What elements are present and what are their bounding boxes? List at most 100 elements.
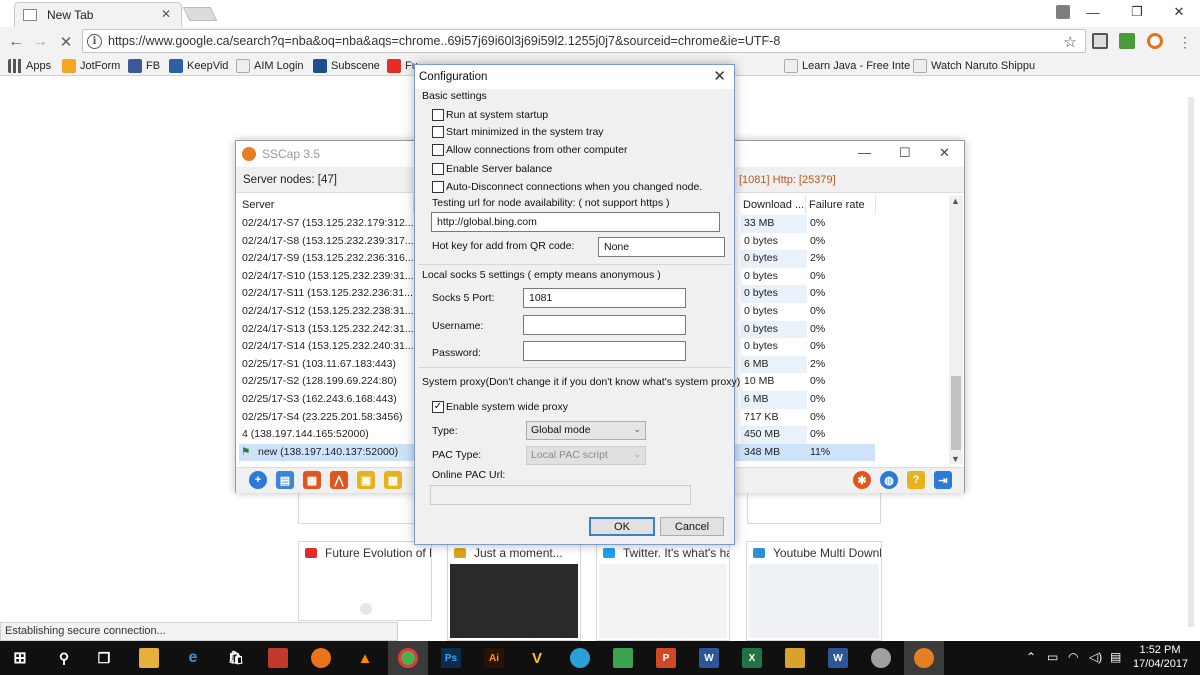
edge-icon[interactable]: e [183, 648, 203, 668]
firefox-icon[interactable] [311, 648, 331, 668]
excel-icon[interactable]: X [742, 648, 762, 668]
maximize-button[interactable]: ☐ [899, 145, 911, 161]
auto-disconnect-checkbox[interactable]: Auto-Disconnect connections when you cha… [432, 181, 702, 193]
minimize-button[interactable]: — [858, 145, 871, 160]
vlc-icon[interactable]: ▲ [355, 648, 375, 668]
ok-button[interactable]: OK [589, 517, 655, 536]
scroll-up-icon[interactable]: ▲ [951, 196, 960, 206]
scrollbar-thumb[interactable] [951, 376, 961, 450]
extension-icon[interactable] [1119, 33, 1135, 49]
notifications-icon[interactable]: ▤ [1110, 650, 1121, 664]
new-tab-button[interactable] [182, 7, 218, 21]
table-scrollbar[interactable]: ▲ ▼ [949, 196, 963, 464]
most-visited-tile[interactable]: Twitter. It's what's hap [596, 541, 730, 641]
column-header-failure-rate[interactable]: Failure rate [806, 196, 876, 214]
bookmark-star-icon[interactable]: ☆ [1064, 33, 1077, 51]
close-tab-icon[interactable]: ✕ [161, 7, 171, 21]
online-pac-input[interactable] [430, 485, 691, 505]
sscap-icon[interactable] [914, 648, 934, 668]
wifi-icon[interactable]: ◠ [1068, 650, 1078, 664]
hotkey-input[interactable]: None [598, 237, 725, 257]
scroll-down-icon[interactable]: ▼ [951, 454, 960, 464]
column-header-server[interactable]: Server [239, 196, 414, 214]
allow-connections-checkbox[interactable]: Allow connections from other computer [432, 144, 628, 156]
socks-port-input[interactable]: 1081 [523, 288, 686, 308]
checkbox-box[interactable]: ✓ [432, 401, 444, 413]
scan-icon[interactable]: ▩ [384, 471, 402, 489]
close-window-button[interactable]: ✕ [939, 145, 950, 161]
app-icon[interactable] [785, 648, 805, 668]
stop-loading-icon[interactable]: ✕ [55, 31, 77, 53]
bookmark-subscene[interactable]: Subscene [313, 58, 380, 74]
app-icon[interactable] [268, 648, 288, 668]
globe-icon[interactable]: ◍ [880, 471, 898, 489]
url-text[interactable]: https://www.google.ca/search?q=nba&oq=nb… [108, 34, 780, 48]
share-icon[interactable]: ⋀ [330, 471, 348, 489]
close-icon[interactable]: ✕ [713, 67, 726, 85]
word-icon[interactable]: W [699, 648, 719, 668]
restore-button[interactable]: ❐ [1114, 0, 1160, 24]
app-icon[interactable] [613, 648, 633, 668]
store-icon[interactable]: 🛍 [226, 648, 246, 668]
column-header-download[interactable]: Download ... [740, 196, 806, 214]
password-input[interactable] [523, 341, 686, 361]
most-visited-tile[interactable] [298, 492, 432, 524]
run-at-startup-checkbox[interactable]: Run at system startup [432, 109, 548, 121]
enable-system-proxy-checkbox[interactable]: ✓ Enable system wide proxy [432, 401, 568, 413]
pac-type-dropdown[interactable]: Local PAC script ⌄ [526, 446, 646, 465]
testing-url-input[interactable]: http://global.bing.com [431, 212, 720, 232]
most-visited-tile[interactable] [747, 492, 881, 524]
scrollbar-thumb[interactable] [1188, 97, 1194, 627]
enable-server-balance-checkbox[interactable]: Enable Server balance [432, 163, 552, 175]
bookmark-learn-java[interactable]: Learn Java - Free Inte [784, 58, 910, 74]
search-icon[interactable]: ⚲ [54, 648, 74, 668]
sync-icon[interactable] [570, 648, 590, 668]
bookmark-aim-login[interactable]: AIM Login [236, 58, 304, 74]
username-input[interactable] [523, 315, 686, 335]
checkbox-box[interactable] [432, 126, 444, 138]
app-icon[interactable] [871, 648, 891, 668]
bookmark-apps[interactable]: Apps [8, 58, 51, 74]
checkbox-box[interactable] [432, 163, 444, 175]
edit-server-icon[interactable]: ▤ [276, 471, 294, 489]
bookmark-jotform[interactable]: JotForm [62, 58, 120, 74]
checkbox-box[interactable] [432, 109, 444, 121]
checkbox-box[interactable] [432, 181, 444, 193]
most-visited-tile[interactable]: Youtube Multi Downlo [746, 541, 882, 641]
network-icon[interactable]: ▭ [1047, 650, 1058, 664]
grid-icon[interactable]: ▦ [303, 471, 321, 489]
minimize-button[interactable]: — [1070, 0, 1116, 24]
settings-gear-icon[interactable]: ✱ [853, 471, 871, 489]
back-icon[interactable]: ← [5, 31, 27, 53]
tab-new-tab[interactable]: New Tab ✕ [14, 2, 182, 27]
start-minimized-checkbox[interactable]: Start minimized in the system tray [432, 126, 604, 138]
info-icon[interactable]: i [87, 33, 102, 49]
help-icon[interactable]: ? [907, 471, 925, 489]
show-hidden-icons-chevron[interactable]: ⌃ [1026, 650, 1036, 664]
file-explorer-icon[interactable] [139, 648, 159, 668]
illustrator-icon[interactable]: Ai [484, 648, 504, 668]
cancel-button[interactable]: Cancel [660, 517, 724, 536]
menu-icon[interactable]: ⋮ [1174, 31, 1196, 53]
address-bar[interactable]: i https://www.google.ca/search?q=nba&oq=… [82, 29, 1086, 53]
bookmark-keepvid[interactable]: KeepVid [169, 58, 228, 74]
forward-icon[interactable]: → [29, 31, 51, 53]
task-view-icon[interactable]: ❐ [94, 648, 114, 668]
qr-code-icon[interactable]: ▣ [357, 471, 375, 489]
type-dropdown[interactable]: Global mode ⌄ [526, 421, 646, 440]
photoshop-icon[interactable]: Ps [441, 648, 461, 668]
word-icon[interactable]: W [828, 648, 848, 668]
page-scrollbar[interactable] [1186, 93, 1196, 643]
bookmark-naruto[interactable]: Watch Naruto Shippu [913, 58, 1035, 74]
checkbox-box[interactable] [432, 144, 444, 156]
bookmark-fb[interactable]: FB [128, 58, 160, 74]
taskbar-clock[interactable]: 1:52 PM 17/04/2017 [1133, 643, 1188, 671]
powerpoint-icon[interactable]: P [656, 648, 676, 668]
add-server-icon[interactable]: + [249, 471, 267, 489]
most-visited-tile[interactable]: Just a moment... [447, 541, 581, 641]
exit-icon[interactable]: ⇥ [934, 471, 952, 489]
vectr-icon[interactable]: V [527, 648, 547, 668]
close-window-button[interactable]: ✕ [1156, 0, 1200, 24]
extension-icon[interactable] [1147, 33, 1163, 49]
volume-icon[interactable]: ◁) [1089, 650, 1102, 664]
